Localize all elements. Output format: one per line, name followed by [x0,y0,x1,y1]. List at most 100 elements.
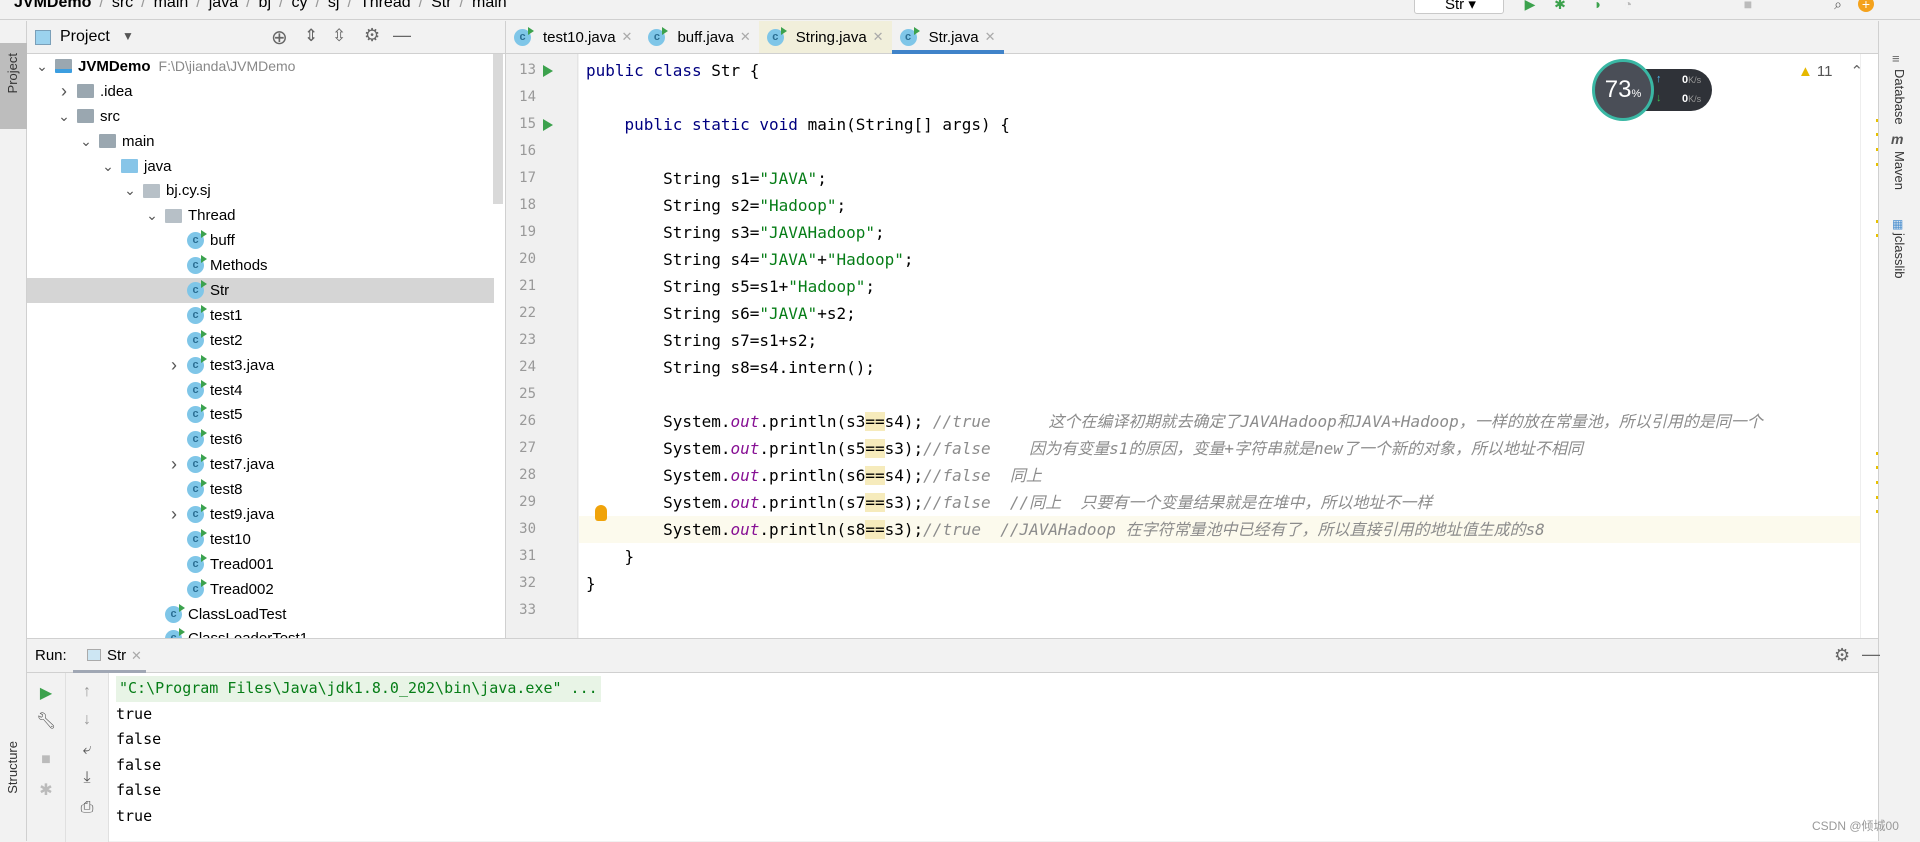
tree-item[interactable]: › .idea [27,79,494,104]
close-icon[interactable]: ✕ [622,29,633,45]
tree-item[interactable]: c Tread001 [27,552,494,577]
chevron-right-icon[interactable]: › [167,504,181,525]
jclasslib-tool-tab[interactable]: jclasslib [1892,233,1907,279]
maven-tool-tab[interactable]: Maven [1892,151,1907,190]
soft-wrap-icon[interactable]: ⤶ [77,741,97,759]
run-tab-str[interactable]: Str ✕ [73,639,146,673]
close-icon[interactable]: ✕ [131,648,142,664]
tree-item[interactable]: c Methods [27,253,494,278]
gear-icon[interactable]: ⚙ [1834,645,1850,666]
up-arrow-icon[interactable]: ↑ [77,683,97,701]
breadcrumb-item[interactable]: src [112,0,133,12]
tree-item[interactable]: c Tread002 [27,577,494,602]
breadcrumb-item[interactable]: bj [259,0,271,12]
scroll-to-end-icon[interactable]: ⤓ [77,769,97,787]
breadcrumb-item[interactable]: java [209,0,238,12]
tree-item[interactable]: c buff [27,228,494,253]
tree-item[interactable]: c test6 [27,427,494,452]
hide-icon[interactable]: — [1862,644,1880,665]
code-token: s3); [884,493,924,512]
chevron-down-icon[interactable]: ⌄ [101,158,115,175]
chevron-down-icon[interactable]: ⌄ [35,58,49,75]
tree-item[interactable]: › c test3.java [27,353,494,378]
chevron-right-icon[interactable]: › [57,81,71,102]
tree-item[interactable]: c test4 [27,378,494,403]
chevron-down-icon[interactable]: ⌄ [57,108,71,125]
debug-icon[interactable]: ✱ [1552,0,1568,12]
locate-icon[interactable]: ⊕ [271,25,288,50]
print-icon[interactable]: ⎙ [77,799,97,817]
down-arrow-icon[interactable]: ↓ [77,711,97,729]
tab-string-java[interactable]: c String.java ✕ [758,21,892,53]
tree-item[interactable]: c test8 [27,477,494,502]
code-token: == [865,493,885,512]
chevron-right-icon[interactable]: › [167,454,181,475]
tab-test10-java[interactable]: c test10.java ✕ [506,21,640,53]
tab-str-java[interactable]: c Str.java ✕ [891,21,1004,54]
chevron-down-icon[interactable]: ⌄ [79,133,93,150]
class-icon: c [187,255,207,275]
chevron-down-icon[interactable]: ▼ [122,29,134,43]
tree-item[interactable]: c test1 [27,303,494,328]
gear-icon[interactable]: ⚙ [364,25,380,46]
breadcrumb-item[interactable]: JVMDemo [14,0,91,12]
run-gutter-icon[interactable] [543,65,553,77]
tree-item[interactable]: ⌄ main [27,129,494,154]
close-icon[interactable]: ✕ [873,29,884,45]
tree-item[interactable]: c ClassLoadTest [27,602,494,627]
tree-item[interactable]: ⌄ bj.cy.sj [27,178,494,203]
search-icon[interactable]: ⌕ [1830,0,1846,12]
lightbulb-icon[interactable] [595,505,607,521]
code-token: String s4= [586,250,760,269]
tree-item[interactable]: c Str [27,278,494,303]
breadcrumb-item[interactable]: Thread [360,0,411,12]
collapse-all-icon[interactable]: ⇳ [332,26,346,46]
tree-item[interactable]: ⌄ Thread [27,203,494,228]
tree-item[interactable]: c test2 [27,328,494,353]
tree-item[interactable]: c test5 [27,402,494,427]
tree-item[interactable]: ⌄ JVMDemo F:\D\jianda\JVMDemo [27,54,494,79]
structure-tool-tab[interactable]: Structure [5,741,20,794]
project-view-selector[interactable]: Project [60,28,110,46]
project-scrollbar[interactable] [493,54,503,204]
coverage-icon[interactable]: ◗ [1590,0,1606,12]
console-output[interactable]: "C:\Program Files\Java\jdk1.8.0_202\bin\… [116,676,601,829]
database-tool-tab[interactable]: Database [1892,69,1907,125]
tab-buff-java[interactable]: c buff.java ✕ [640,21,758,53]
update-icon[interactable]: + [1858,0,1874,12]
breadcrumb-item[interactable]: sj [328,0,340,12]
breadcrumb-item[interactable]: main [472,0,507,12]
hide-icon[interactable]: — [393,25,411,46]
error-stripe[interactable] [1860,54,1878,638]
run-icon[interactable]: ▶ [1522,0,1538,12]
tree-item[interactable]: ⌄ src [27,104,494,129]
breadcrumb-item[interactable]: Str [431,0,451,12]
tree-item[interactable]: › c test7.java [27,452,494,477]
tree-item[interactable]: ⌄ java [27,154,494,179]
line-number: 26 [519,413,536,429]
tree-item[interactable]: c test10 [27,527,494,552]
chevron-down-icon[interactable]: ⌄ [123,182,137,199]
chevron-down-icon[interactable]: ⌄ [145,207,159,224]
tree-item[interactable]: cClassLoaderTest1 [27,626,494,638]
close-icon[interactable]: ✕ [740,29,751,45]
tree-item[interactable]: › c test9.java [27,502,494,527]
run-gutter-icon[interactable] [543,119,553,131]
chevron-right-icon[interactable]: › [167,355,181,376]
profile-icon[interactable]: ◔ [1620,0,1636,12]
run-configuration-select[interactable]: Str ▾ [1414,0,1504,14]
debug-bug-icon[interactable]: ✱ [36,780,56,800]
breadcrumb-item[interactable]: cy [291,0,307,12]
breadcrumb-item[interactable]: main [154,0,189,12]
stop-icon[interactable]: ■ [36,751,56,769]
wrench-icon[interactable]: 🔧︎ [36,711,56,731]
code-token: .println(s3 [759,412,866,431]
project-tool-tab[interactable]: Project [0,43,27,129]
close-icon[interactable]: ✕ [985,29,996,45]
line-number: 33 [519,602,536,618]
code-editor[interactable]: public class Str { public static void ma… [579,54,1878,638]
expand-all-icon[interactable]: ⇕ [304,26,318,46]
code-token: out [730,493,760,512]
stop-icon[interactable]: ■ [1740,0,1756,12]
rerun-icon[interactable]: ▶ [36,683,56,703]
